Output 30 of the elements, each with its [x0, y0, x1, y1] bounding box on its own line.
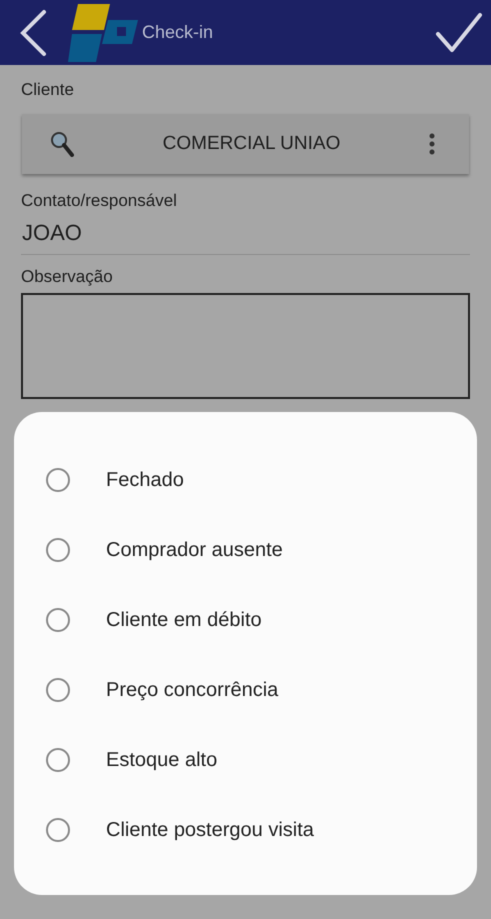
client-picker[interactable]: COMERCIAL UNIAO	[22, 114, 469, 174]
option-item[interactable]: Comprador ausente	[14, 515, 477, 585]
option-label: Cliente postergou visita	[106, 818, 314, 842]
logo-icon	[68, 4, 138, 62]
search-icon	[50, 131, 74, 157]
option-label: Estoque alto	[106, 748, 218, 772]
check-icon[interactable]	[435, 12, 483, 54]
option-item[interactable]: Cliente em débito	[14, 585, 477, 655]
option-item[interactable]: Estoque alto	[14, 725, 477, 795]
option-label: Preço concorrência	[106, 678, 278, 702]
back-icon[interactable]	[18, 8, 48, 56]
radio-button[interactable]	[46, 748, 70, 772]
option-item[interactable]: Preço concorrência	[14, 655, 477, 725]
field-label: Observação	[21, 267, 114, 287]
radio-button[interactable]	[46, 818, 70, 842]
option-label: Comprador ausente	[106, 538, 283, 562]
radio-button[interactable]	[46, 678, 70, 702]
more-icon[interactable]	[429, 133, 435, 155]
option-item[interactable]: Cliente postergou visita	[14, 795, 477, 865]
screen-title: Check-in	[142, 22, 214, 43]
option-label: Cliente em débito	[106, 608, 262, 632]
option-label: Fechado	[106, 468, 184, 492]
field-label: Cliente	[21, 80, 75, 100]
radio-button[interactable]	[46, 608, 70, 632]
contact-field[interactable]: JOAO	[21, 211, 470, 255]
radio-button[interactable]	[46, 468, 70, 492]
option-item[interactable]: Fechado	[14, 445, 477, 515]
notes-field[interactable]	[21, 293, 470, 399]
radio-button[interactable]	[46, 538, 70, 562]
field-label: Contato/responsável	[21, 191, 178, 211]
